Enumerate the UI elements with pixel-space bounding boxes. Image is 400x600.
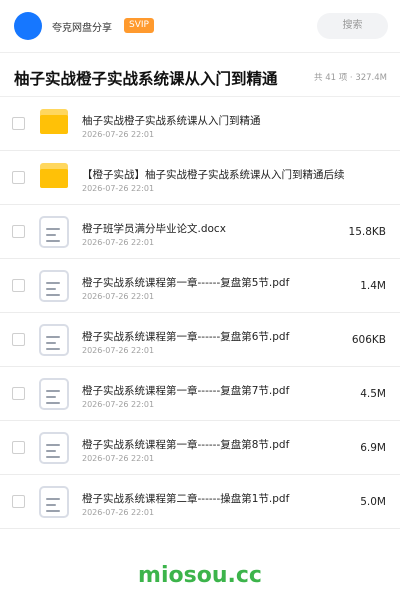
file-list: 柚子实战橙子实战系统课从入门到精通 2026-07-26 22:01 【橙子实战】柚… <box>0 97 400 529</box>
file-size: 15.8KB <box>348 226 386 238</box>
file-row[interactable]: 橙子班学员满分毕业论文.docx 2026-07-26 22:01 15.8KB <box>0 205 400 259</box>
folder-title-bar: 柚子实战橙子实战系统课从入门到精通 共 41 项 · 327.4M <box>0 52 400 97</box>
site-name: 夸克网盘分享 <box>52 23 112 34</box>
document-icon <box>38 216 70 248</box>
document-icon <box>38 270 70 302</box>
file-name[interactable]: 柚子实战橙子实战系统课从入门到精通 <box>82 113 261 128</box>
file-date: 2026-07-26 22:01 <box>82 130 155 139</box>
file-name[interactable]: 橙子实战系统课程第一章------复盘第6节.pdf <box>82 329 289 344</box>
file-row[interactable]: 橙子实战系统课程第一章------复盘第6节.pdf 2026-07-26 22:… <box>0 313 400 367</box>
file-row[interactable]: 橙子实战系统课程第一章------复盘第8节.pdf 2026-07-26 22:… <box>0 421 400 475</box>
document-icon <box>38 378 70 410</box>
svip-badge: SVIP <box>124 18 154 33</box>
row-checkbox[interactable] <box>12 279 25 292</box>
file-size: 6.9M <box>360 442 386 454</box>
file-name[interactable]: 橙子实战系统课程第一章------复盘第8节.pdf <box>82 437 289 452</box>
document-icon <box>38 324 70 356</box>
row-checkbox[interactable] <box>12 495 25 508</box>
file-size: 5.0M <box>360 496 386 508</box>
file-name[interactable]: 橙子实战系统课程第一章------复盘第5节.pdf <box>82 275 289 290</box>
file-name[interactable]: 【橙子实战】柚子实战橙子实战系统课从入门到精通后续 <box>82 167 345 182</box>
folder-title: 柚子实战橙子实战系统课从入门到精通 <box>14 70 278 88</box>
file-date: 2026-07-26 22:01 <box>82 400 155 409</box>
header: 夸克网盘分享 SVIP 搜索 <box>0 0 400 52</box>
document-icon <box>38 486 70 518</box>
file-row[interactable]: 橙子实战系统课程第一章------复盘第7节.pdf 2026-07-26 22:… <box>0 367 400 421</box>
file-date: 2026-07-26 22:01 <box>82 454 155 463</box>
file-size: 606KB <box>351 334 386 346</box>
file-date: 2026-07-26 22:01 <box>82 238 155 247</box>
folder-icon <box>38 162 70 194</box>
file-name[interactable]: 橙子实战系统课程第二章------操盘第1节.pdf <box>82 491 289 506</box>
file-name[interactable]: 橙子实战系统课程第一章------复盘第7节.pdf <box>82 383 289 398</box>
row-checkbox[interactable] <box>12 333 25 346</box>
file-date: 2026-07-26 22:01 <box>82 508 155 517</box>
file-row[interactable]: 橙子实战系统课程第一章------复盘第5节.pdf 2026-07-26 22:… <box>0 259 400 313</box>
row-checkbox[interactable] <box>12 225 25 238</box>
row-checkbox[interactable] <box>12 441 25 454</box>
row-checkbox[interactable] <box>12 117 25 130</box>
file-row[interactable]: 柚子实战橙子实战系统课从入门到精通 2026-07-26 22:01 <box>0 97 400 151</box>
folder-stats: 共 41 项 · 327.4M <box>314 73 387 83</box>
file-date: 2026-07-26 22:01 <box>82 292 155 301</box>
search-input[interactable]: 搜索 <box>317 13 388 39</box>
watermark: miosou.cc <box>138 563 262 588</box>
file-date: 2026-07-26 22:01 <box>82 184 155 193</box>
file-size: 1.4M <box>360 280 386 292</box>
file-size: 4.5M <box>360 388 386 400</box>
file-name[interactable]: 橙子班学员满分毕业论文.docx <box>82 221 226 236</box>
row-checkbox[interactable] <box>12 171 25 184</box>
file-row[interactable]: 【橙子实战】柚子实战橙子实战系统课从入门到精通后续 2026-07-26 22:0… <box>0 151 400 205</box>
document-icon <box>38 432 70 464</box>
file-row[interactable]: 橙子实战系统课程第二章------操盘第1节.pdf 2026-07-26 22:… <box>0 475 400 529</box>
avatar[interactable] <box>14 12 42 40</box>
row-checkbox[interactable] <box>12 387 25 400</box>
folder-icon <box>38 108 70 140</box>
file-date: 2026-07-26 22:01 <box>82 346 155 355</box>
